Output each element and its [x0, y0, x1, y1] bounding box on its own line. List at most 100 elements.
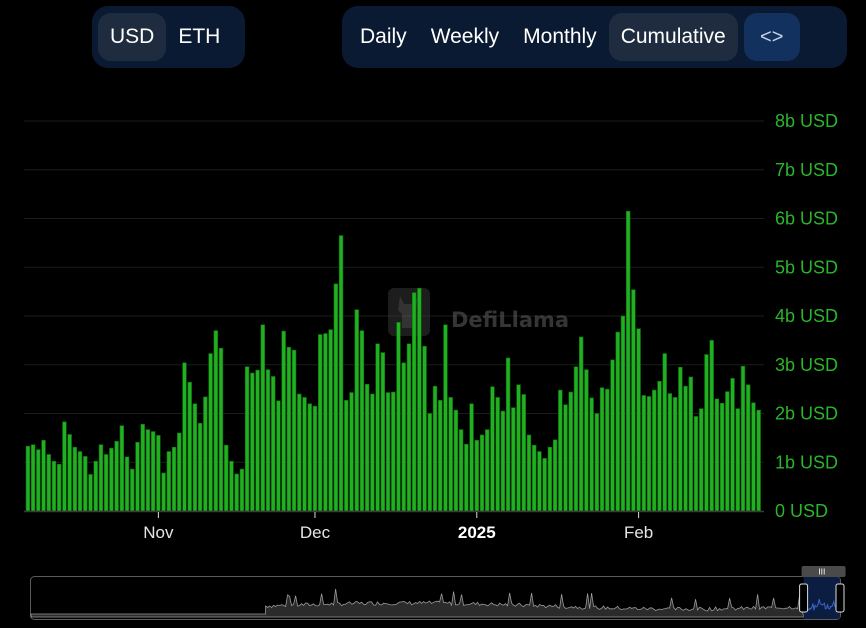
bar[interactable]	[364, 383, 370, 512]
bar[interactable]	[521, 394, 526, 512]
bar[interactable]	[130, 468, 135, 512]
bar[interactable]	[589, 397, 594, 512]
bar[interactable]	[260, 324, 265, 512]
bar[interactable]	[182, 362, 187, 512]
bar[interactable]	[422, 345, 427, 512]
bar[interactable]	[318, 334, 323, 512]
bar[interactable]	[657, 381, 662, 512]
bar[interactable]	[197, 422, 203, 512]
bar[interactable]	[276, 400, 281, 512]
bar[interactable]	[542, 458, 547, 512]
bar[interactable]	[385, 392, 391, 512]
bar[interactable]	[344, 400, 349, 512]
bar[interactable]	[625, 210, 631, 512]
bar[interactable]	[532, 444, 537, 512]
bar[interactable]	[140, 423, 145, 512]
bar[interactable]	[338, 235, 344, 512]
bar[interactable]	[307, 403, 312, 512]
bar[interactable]	[323, 333, 328, 512]
bar[interactable]	[730, 378, 735, 512]
period-daily-button[interactable]: Daily	[348, 13, 419, 61]
bar[interactable]	[443, 324, 448, 512]
bar[interactable]	[526, 434, 532, 512]
bar[interactable]	[239, 468, 245, 512]
bar[interactable]	[631, 289, 636, 512]
bar[interactable]	[203, 396, 208, 512]
bar[interactable]	[479, 434, 485, 512]
bar[interactable]	[213, 330, 218, 512]
bar[interactable]	[119, 425, 125, 512]
bar[interactable]	[490, 386, 495, 512]
bar[interactable]	[72, 446, 78, 512]
bar[interactable]	[511, 407, 516, 512]
bar[interactable]	[265, 369, 271, 512]
bar[interactable]	[438, 400, 443, 512]
bar[interactable]	[328, 329, 333, 512]
bar[interactable]	[244, 366, 250, 512]
bar[interactable]	[349, 392, 354, 512]
currency-usd-button[interactable]: USD	[98, 13, 167, 61]
bar[interactable]	[667, 393, 673, 512]
bar[interactable]	[563, 404, 568, 512]
bar[interactable]	[474, 440, 479, 512]
bar[interactable]	[552, 439, 558, 512]
bar[interactable]	[224, 444, 229, 512]
bar[interactable]	[500, 410, 506, 512]
bar[interactable]	[114, 440, 119, 512]
bar[interactable]	[719, 402, 725, 512]
bar[interactable]	[370, 393, 375, 512]
bar[interactable]	[145, 429, 151, 512]
period-weekly-button[interactable]: Weekly	[419, 13, 511, 61]
bar[interactable]	[156, 435, 161, 512]
bar[interactable]	[187, 381, 192, 512]
bar[interactable]	[93, 460, 98, 512]
bar[interactable]	[652, 389, 657, 512]
bar[interactable]	[448, 397, 453, 512]
bar[interactable]	[57, 463, 62, 512]
bar[interactable]	[177, 432, 182, 512]
bar[interactable]	[396, 322, 401, 512]
bar[interactable]	[255, 369, 260, 512]
bar[interactable]	[568, 391, 573, 512]
bar[interactable]	[218, 347, 224, 512]
period-monthly-button[interactable]: Monthly	[511, 13, 609, 61]
bar[interactable]	[297, 393, 302, 512]
bar[interactable]	[98, 444, 104, 512]
bar[interactable]	[286, 346, 292, 512]
bar[interactable]	[594, 413, 600, 512]
bar[interactable]	[51, 460, 57, 512]
bar[interactable]	[740, 365, 746, 512]
bar[interactable]	[458, 429, 464, 512]
bar[interactable]	[432, 385, 438, 512]
bar[interactable]	[417, 287, 422, 512]
bar[interactable]	[166, 451, 171, 512]
bar[interactable]	[250, 372, 255, 512]
bar[interactable]	[662, 353, 667, 512]
bar[interactable]	[375, 343, 380, 512]
bar[interactable]	[678, 366, 683, 512]
bar[interactable]	[208, 353, 213, 512]
bar[interactable]	[469, 403, 474, 512]
bar[interactable]	[756, 409, 761, 512]
bar[interactable]	[714, 398, 720, 512]
bar[interactable]	[641, 395, 647, 512]
bar[interactable]	[699, 408, 704, 512]
bar[interactable]	[88, 474, 93, 512]
bar[interactable]	[25, 445, 31, 512]
currency-eth-button[interactable]: ETH	[166, 13, 232, 61]
bar[interactable]	[605, 388, 610, 512]
bar[interactable]	[746, 384, 751, 512]
bar[interactable]	[103, 454, 109, 512]
bar[interactable]	[693, 416, 699, 512]
bar[interactable]	[516, 384, 521, 512]
bar[interactable]	[312, 405, 318, 512]
bar[interactable]	[709, 340, 714, 512]
bar[interactable]	[599, 387, 605, 512]
bar[interactable]	[67, 434, 72, 512]
bar[interactable]	[36, 449, 41, 512]
bar[interactable]	[354, 309, 359, 512]
bar[interactable]	[333, 283, 339, 512]
bar[interactable]	[359, 330, 365, 512]
bar[interactable]	[537, 451, 542, 512]
brush-right-handle[interactable]	[835, 583, 845, 613]
